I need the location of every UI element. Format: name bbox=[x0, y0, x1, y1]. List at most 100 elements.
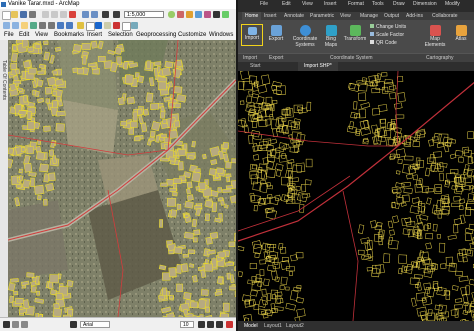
font-color-icon[interactable] bbox=[226, 321, 233, 328]
parcel bbox=[124, 74, 134, 85]
parcel bbox=[412, 140, 420, 148]
menu-edit[interactable]: Edit bbox=[19, 31, 29, 40]
fixed-zoom-out-icon[interactable] bbox=[48, 22, 55, 29]
back-extent-icon[interactable] bbox=[57, 22, 64, 29]
parcel bbox=[357, 249, 365, 255]
parcel bbox=[164, 61, 174, 69]
python-icon[interactable] bbox=[213, 11, 220, 18]
new-document-icon[interactable] bbox=[2, 11, 11, 20]
tab-annotate[interactable]: Annotate bbox=[284, 12, 304, 20]
draw-rectangle-icon[interactable] bbox=[21, 321, 28, 328]
acad-menu-view[interactable]: View bbox=[302, 0, 313, 9]
zoom-in-icon[interactable] bbox=[3, 22, 10, 29]
measure-icon[interactable] bbox=[113, 22, 120, 29]
doc-tab-import-shp[interactable]: Import SHP* bbox=[298, 62, 338, 71]
forward-extent-icon[interactable] bbox=[66, 22, 73, 29]
layout-tab-layout2[interactable]: Layout2 bbox=[286, 321, 304, 331]
doc-tab-start[interactable]: Start bbox=[250, 62, 261, 71]
time-slider-icon[interactable] bbox=[131, 22, 138, 29]
parcel bbox=[238, 245, 245, 252]
tab-output[interactable]: Output bbox=[384, 12, 399, 20]
paste-icon[interactable] bbox=[60, 11, 67, 18]
acad-menu-draw[interactable]: Draw bbox=[393, 0, 405, 9]
acad-menu-format[interactable]: Format bbox=[348, 0, 364, 9]
menu-file[interactable]: File bbox=[4, 31, 14, 40]
find-icon[interactable] bbox=[104, 22, 111, 29]
font-name-select[interactable]: Arial bbox=[80, 321, 110, 328]
search-icon[interactable] bbox=[195, 11, 202, 18]
change-units-button[interactable]: Change Units bbox=[370, 23, 420, 31]
zoom-out-icon[interactable] bbox=[12, 22, 19, 29]
arcmap-map-view[interactable] bbox=[8, 40, 236, 317]
acad-menu-insert[interactable]: Insert bbox=[324, 0, 337, 9]
font-size-select[interactable]: 10 bbox=[180, 321, 194, 328]
import-button[interactable]: Import bbox=[241, 24, 263, 46]
menu-bookmarks[interactable]: Bookmarks bbox=[54, 31, 84, 40]
parcel bbox=[183, 292, 192, 300]
pan-icon[interactable] bbox=[21, 22, 28, 29]
tab-home[interactable]: Home bbox=[242, 12, 262, 20]
copy-icon[interactable] bbox=[51, 11, 58, 18]
redo-icon[interactable] bbox=[91, 11, 98, 18]
identify-icon[interactable] bbox=[95, 22, 102, 29]
menu-geoprocessing[interactable]: Geoprocessing bbox=[136, 31, 176, 40]
parcel bbox=[191, 140, 196, 148]
atlas-button[interactable]: Atlas bbox=[450, 25, 472, 43]
menu-view[interactable]: View bbox=[35, 31, 48, 40]
italic-icon[interactable] bbox=[207, 321, 214, 328]
full-extent-icon[interactable] bbox=[30, 22, 37, 29]
tab-manage[interactable]: Manage bbox=[360, 12, 378, 20]
add-data-icon[interactable] bbox=[102, 11, 109, 18]
delete-icon[interactable] bbox=[69, 11, 76, 18]
editor-toolbar-icon[interactable] bbox=[168, 11, 175, 18]
parcel bbox=[28, 67, 37, 75]
bold-icon[interactable] bbox=[198, 321, 205, 328]
model-builder-icon[interactable] bbox=[222, 11, 229, 18]
select-features-icon[interactable] bbox=[77, 22, 84, 29]
map-elements-button[interactable]: Map Elements bbox=[422, 25, 448, 48]
cut-icon[interactable] bbox=[42, 11, 49, 18]
fixed-zoom-in-icon[interactable] bbox=[39, 22, 46, 29]
tab-collaborate[interactable]: Collaborate bbox=[432, 12, 458, 20]
tab-parametric[interactable]: Parametric bbox=[310, 12, 334, 20]
layout-tab-model[interactable]: Model bbox=[244, 321, 258, 331]
acad-menu-dimension[interactable]: Dimension bbox=[413, 0, 437, 9]
acad-menu-tools[interactable]: Tools bbox=[372, 0, 384, 9]
cad-drawing-area[interactable] bbox=[238, 71, 474, 321]
coordinate-systems-button[interactable]: Coordinate Systems bbox=[292, 25, 318, 48]
select-elements-icon[interactable] bbox=[86, 22, 95, 31]
underline-icon[interactable] bbox=[216, 321, 223, 328]
select-arrow-icon[interactable] bbox=[3, 321, 10, 328]
parcel bbox=[269, 196, 279, 205]
acad-menu-edit[interactable]: Edit bbox=[282, 0, 291, 9]
rotate-icon[interactable] bbox=[12, 321, 19, 328]
arctoolbox-icon[interactable] bbox=[204, 11, 211, 18]
print-icon[interactable] bbox=[29, 11, 36, 18]
table-of-contents-icon[interactable] bbox=[177, 11, 184, 18]
scale-factor-button[interactable]: Scale Factor bbox=[370, 31, 420, 39]
html-popup-icon[interactable] bbox=[122, 22, 131, 31]
tab-insert[interactable]: Insert bbox=[264, 12, 277, 20]
tab-add-ins[interactable]: Add-ins bbox=[406, 12, 423, 20]
map-scale-input[interactable]: 1:5,000 bbox=[124, 11, 164, 18]
catalog-icon[interactable] bbox=[186, 11, 193, 18]
menu-selection[interactable]: Selection bbox=[108, 31, 133, 40]
tab-view[interactable]: View bbox=[340, 12, 351, 20]
export-button[interactable]: Export bbox=[266, 25, 286, 43]
save-icon[interactable] bbox=[20, 11, 27, 18]
layout-tab-layout1[interactable]: Layout1 bbox=[264, 321, 282, 331]
acad-menu-file[interactable]: File bbox=[260, 0, 268, 9]
text-tool-icon[interactable] bbox=[70, 321, 77, 328]
parcel bbox=[306, 101, 312, 111]
menu-insert[interactable]: Insert bbox=[87, 31, 102, 40]
menu-customize[interactable]: Customize bbox=[178, 31, 206, 40]
acad-menu-modify[interactable]: Modify bbox=[445, 0, 460, 9]
menu-windows[interactable]: Windows bbox=[209, 31, 233, 40]
open-folder-icon[interactable] bbox=[11, 11, 18, 18]
add-data-dropdown-icon[interactable] bbox=[113, 11, 120, 18]
transform-button[interactable]: Transform bbox=[342, 25, 368, 43]
parcel bbox=[261, 288, 267, 296]
bing-maps-button[interactable]: Bing Maps bbox=[322, 25, 340, 48]
qr-code-button[interactable]: QR Code bbox=[370, 39, 420, 47]
undo-icon[interactable] bbox=[82, 11, 89, 18]
